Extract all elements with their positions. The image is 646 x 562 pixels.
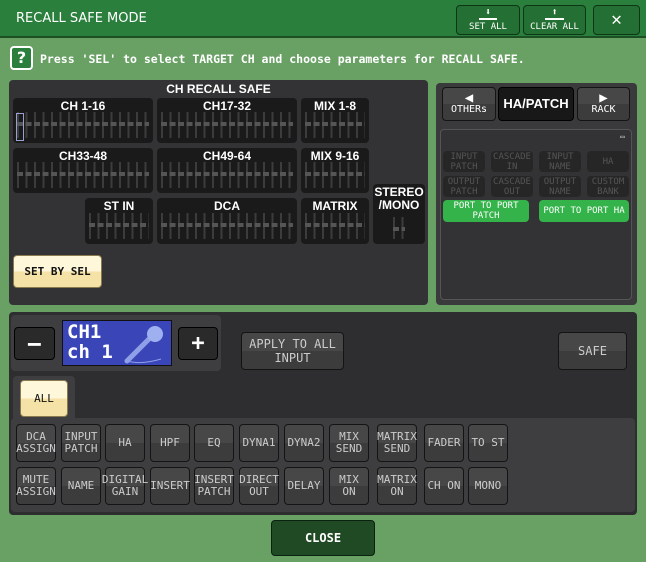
fader-strip bbox=[161, 162, 293, 188]
param-button[interactable]: MATRIX SEND bbox=[377, 424, 417, 462]
param-button[interactable]: HPF bbox=[150, 424, 190, 462]
param-button[interactable]: DIGITAL GAIN bbox=[102, 467, 148, 505]
close-icon[interactable]: ✕ bbox=[593, 5, 640, 35]
channel-group[interactable]: CH17-32 bbox=[157, 98, 297, 143]
fader-strip bbox=[17, 112, 149, 138]
ha-patch-option[interactable]: INPUT PATCH bbox=[443, 151, 485, 172]
fader-strip bbox=[305, 112, 365, 138]
channel-group-label: ST IN bbox=[103, 199, 135, 213]
window-title: RECALL SAFE MODE bbox=[16, 11, 147, 26]
channel-group-label: STEREO /MONO bbox=[374, 185, 424, 212]
expand-icon[interactable]: ▭ bbox=[620, 132, 625, 141]
selected-channel-marker bbox=[16, 113, 24, 141]
help-icon[interactable]: ? bbox=[10, 46, 33, 70]
channel-id: CH1 bbox=[67, 321, 102, 343]
channel-display: CH1 ch 1 bbox=[62, 320, 172, 366]
param-button[interactable]: NAME bbox=[61, 467, 101, 505]
channel-group[interactable]: ST IN bbox=[85, 198, 153, 244]
upload-icon: ⬆ bbox=[545, 8, 564, 20]
ch-recall-safe-title: CH RECALL SAFE bbox=[166, 82, 271, 96]
fader-strip bbox=[305, 213, 365, 239]
channel-group[interactable]: MIX 9-16 bbox=[301, 148, 369, 193]
download-icon: ⬇ bbox=[478, 8, 498, 20]
channel-group-label: DCA bbox=[214, 199, 240, 213]
fader-strip bbox=[393, 217, 405, 239]
ha-patch-option[interactable]: CUSTOM BANK bbox=[587, 176, 629, 197]
param-button[interactable]: DCA ASSIGN bbox=[16, 424, 56, 462]
param-button[interactable]: MIX ON bbox=[329, 467, 369, 505]
prev-tab-button[interactable]: ◀ OTHERs bbox=[442, 87, 496, 121]
fader-strip bbox=[161, 213, 293, 239]
microphone-icon bbox=[124, 326, 163, 364]
param-button[interactable]: FADER bbox=[424, 424, 464, 462]
fader-strip bbox=[89, 213, 149, 239]
param-button[interactable]: TO ST bbox=[468, 424, 508, 462]
param-button[interactable]: INSERT bbox=[150, 467, 190, 505]
current-tab: HA/PATCH bbox=[498, 87, 574, 121]
param-button[interactable]: DYNA2 bbox=[284, 424, 324, 462]
set-by-sel-button[interactable]: SET BY SEL bbox=[13, 255, 102, 288]
channel-group[interactable]: STEREO /MONO bbox=[373, 184, 425, 244]
left-arrow-icon: ◀ bbox=[464, 90, 474, 106]
channel-group[interactable]: MATRIX bbox=[301, 198, 369, 244]
channel-name: ch 1 bbox=[67, 341, 113, 363]
ha-patch-option[interactable]: OUTPUT PATCH bbox=[443, 176, 485, 197]
param-button[interactable]: CH ON bbox=[424, 467, 464, 505]
param-button[interactable]: DELAY bbox=[284, 467, 324, 505]
channel-group[interactable]: DCA bbox=[157, 198, 297, 244]
param-button[interactable]: DIRECT OUT bbox=[239, 467, 279, 505]
param-button[interactable]: DYNA1 bbox=[239, 424, 279, 462]
param-button[interactable]: MIX SEND bbox=[329, 424, 369, 462]
channel-group[interactable]: CH33-48 bbox=[13, 148, 153, 193]
ha-patch-option[interactable]: CASCADE OUT bbox=[491, 176, 533, 197]
ha-patch-option[interactable]: HA bbox=[587, 151, 629, 172]
clear-all-button[interactable]: ⬆ CLEAR ALL bbox=[523, 5, 586, 35]
ha-patch-option[interactable]: OUTPUT NAME bbox=[539, 176, 581, 197]
param-button[interactable]: INSERT PATCH bbox=[194, 467, 234, 505]
channel-group[interactable]: CH49-64 bbox=[157, 148, 297, 193]
param-button[interactable]: INPUT PATCH bbox=[61, 424, 101, 462]
help-text: Press 'SEL' to select TARGET CH and choo… bbox=[40, 52, 525, 66]
channel-group-label: MATRIX bbox=[312, 199, 358, 213]
port-to-port-patch-button[interactable]: PORT TO PORT PATCH bbox=[443, 200, 529, 222]
prev-channel-button[interactable]: − bbox=[14, 327, 55, 360]
fader-strip bbox=[17, 162, 149, 188]
fader-strip bbox=[305, 162, 365, 188]
set-all-button[interactable]: ⬇ SET ALL bbox=[456, 5, 520, 35]
param-button[interactable]: HA bbox=[105, 424, 145, 462]
channel-group[interactable]: MIX 1-8 bbox=[301, 98, 369, 143]
param-button[interactable]: MATRIX ON bbox=[377, 467, 417, 505]
param-button[interactable]: MONO bbox=[468, 467, 508, 505]
channel-group[interactable]: CH 1-16 bbox=[13, 98, 153, 143]
all-button[interactable]: ALL bbox=[20, 380, 68, 417]
port-to-port-ha-button[interactable]: PORT TO PORT HA bbox=[539, 200, 629, 222]
ha-patch-option[interactable]: INPUT NAME bbox=[539, 151, 581, 172]
right-arrow-icon: ▶ bbox=[599, 90, 608, 106]
fader-strip bbox=[161, 112, 293, 138]
next-channel-button[interactable]: + bbox=[178, 327, 218, 360]
next-tab-button[interactable]: ▶ RACK bbox=[577, 87, 630, 121]
param-button[interactable]: EQ bbox=[194, 424, 234, 462]
ha-patch-option[interactable]: CASCADE IN bbox=[491, 151, 533, 172]
param-button[interactable]: MUTE ASSIGN bbox=[16, 467, 56, 505]
apply-to-all-input-button[interactable]: APPLY TO ALL INPUT bbox=[241, 332, 344, 370]
safe-button[interactable]: SAFE bbox=[558, 332, 627, 370]
close-button[interactable]: CLOSE bbox=[271, 520, 375, 556]
